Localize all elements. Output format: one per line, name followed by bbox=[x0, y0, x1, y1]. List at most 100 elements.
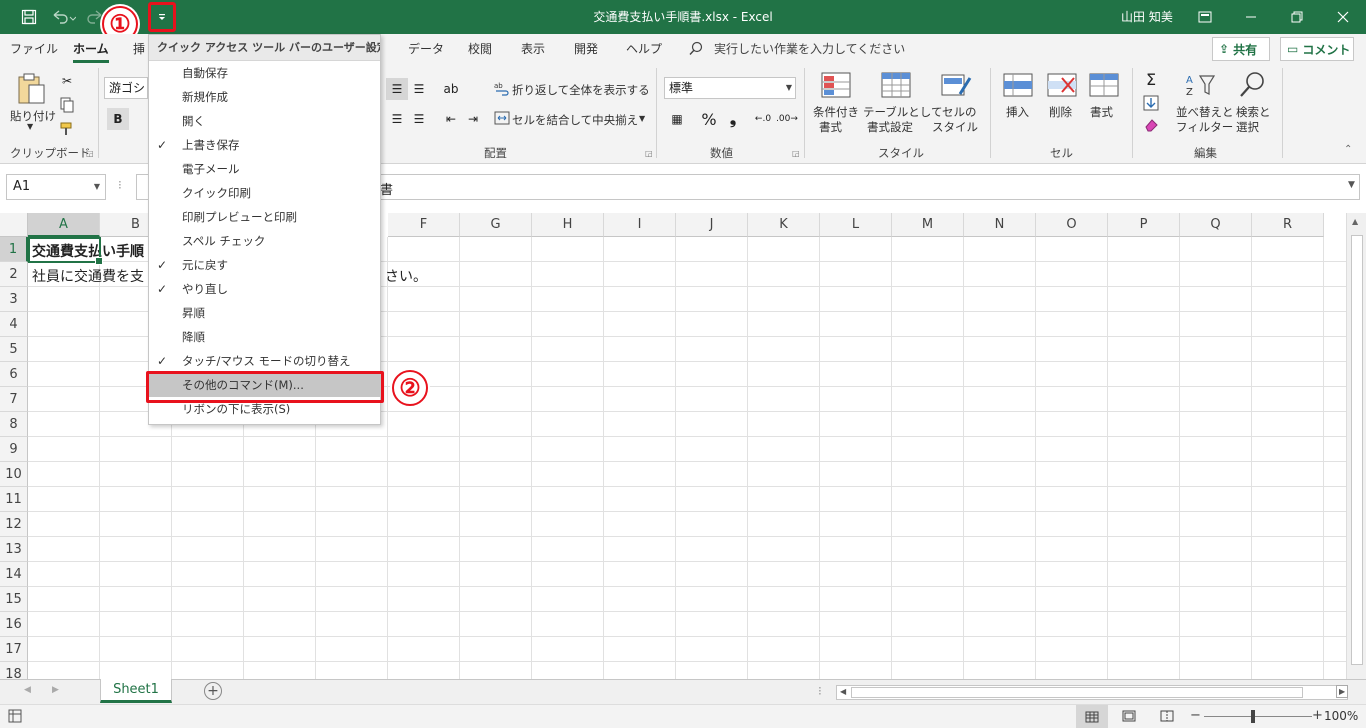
row-header-12[interactable]: 12 bbox=[0, 512, 28, 537]
page-break-view-icon[interactable] bbox=[1160, 710, 1174, 725]
ribbon-display-options-icon[interactable] bbox=[1188, 0, 1222, 34]
tab-view[interactable]: 表示 bbox=[521, 40, 545, 57]
cut-icon[interactable]: ✂ bbox=[56, 70, 78, 92]
horizontal-scroll-thumb[interactable] bbox=[851, 687, 1303, 698]
user-name[interactable]: 山田 知美 bbox=[1121, 0, 1173, 34]
tab-developer[interactable]: 開発 bbox=[574, 40, 598, 57]
row-header-11[interactable]: 11 bbox=[0, 487, 28, 512]
minimize-icon[interactable] bbox=[1234, 0, 1268, 34]
column-header-a[interactable]: A bbox=[28, 213, 100, 237]
split-handle-icon[interactable]: ⁝ bbox=[818, 684, 822, 698]
decrease-indent-icon[interactable]: ⇤ bbox=[440, 108, 462, 130]
menu-item-4[interactable]: 電子メール bbox=[149, 157, 380, 181]
zoom-level[interactable]: 100% bbox=[1324, 709, 1358, 723]
format-as-table-label-2[interactable]: 書式設定 bbox=[867, 119, 913, 135]
merge-center-label[interactable]: セルを結合して中央揃え bbox=[512, 112, 638, 128]
column-header-n[interactable]: N bbox=[964, 213, 1036, 237]
row-header-6[interactable]: 6 bbox=[0, 362, 28, 387]
row-header-18[interactable]: 18 bbox=[0, 662, 28, 679]
name-box[interactable]: A1 ▼ bbox=[6, 174, 106, 200]
menu-item-3[interactable]: ✓ 上書き保存 bbox=[149, 133, 380, 157]
select-all-corner[interactable] bbox=[0, 213, 28, 237]
find-select-label-2[interactable]: 選択 bbox=[1236, 119, 1259, 135]
row-header-1[interactable]: 1 bbox=[0, 237, 28, 262]
horizontal-scrollbar[interactable]: ◀ bbox=[836, 685, 1348, 700]
bold-button[interactable]: B bbox=[107, 108, 129, 130]
prev-sheet-icon[interactable]: ◀ bbox=[24, 685, 31, 695]
merge-center-icon[interactable] bbox=[494, 110, 510, 129]
row-header-13[interactable]: 13 bbox=[0, 537, 28, 562]
wrap-text-icon[interactable]: ab bbox=[494, 80, 510, 99]
paste-icon[interactable] bbox=[16, 72, 48, 109]
tab-home[interactable]: ホーム bbox=[73, 40, 109, 63]
menu-item-5[interactable]: クイック印刷 bbox=[149, 181, 380, 205]
conditional-formatting-label-2[interactable]: 書式 bbox=[819, 119, 842, 135]
insert-cells-label[interactable]: 挿入 bbox=[1006, 104, 1029, 120]
align-left-icon[interactable]: ☰ bbox=[386, 108, 408, 130]
column-header-g[interactable]: G bbox=[460, 213, 532, 237]
sort-filter-icon[interactable]: AZ bbox=[1184, 72, 1216, 101]
tab-help[interactable]: ヘルプ bbox=[626, 40, 662, 57]
increase-decimal-icon[interactable]: ←.0 bbox=[752, 108, 774, 130]
row-header-5[interactable]: 5 bbox=[0, 337, 28, 362]
share-button[interactable]: ⇪ 共有 bbox=[1212, 37, 1270, 61]
row-header-10[interactable]: 10 bbox=[0, 462, 28, 487]
row-header-7[interactable]: 7 bbox=[0, 387, 28, 412]
scroll-left-icon[interactable]: ◀ bbox=[840, 687, 846, 696]
menu-item-0[interactable]: 自動保存 bbox=[149, 61, 380, 85]
cell-styles-label[interactable]: セルの bbox=[942, 104, 977, 120]
alignment-launcher-icon[interactable]: ◲ bbox=[645, 149, 653, 158]
row-header-15[interactable]: 15 bbox=[0, 587, 28, 612]
menu-item-11[interactable]: 降順 bbox=[149, 325, 380, 349]
vertical-scrollbar[interactable]: ▲ bbox=[1346, 213, 1366, 679]
row-header-4[interactable]: 4 bbox=[0, 312, 28, 337]
sort-filter-label-2[interactable]: フィルター bbox=[1176, 119, 1233, 135]
row-header-16[interactable]: 16 bbox=[0, 612, 28, 637]
paste-dropdown-icon[interactable]: ▼ bbox=[27, 122, 33, 131]
clipboard-launcher-icon[interactable]: ◲ bbox=[86, 149, 94, 158]
conditional-formatting-icon[interactable] bbox=[820, 72, 852, 101]
save-icon[interactable] bbox=[18, 0, 40, 34]
number-launcher-icon[interactable]: ◲ bbox=[792, 149, 800, 158]
number-format-combo[interactable]: 標準 ▼ bbox=[664, 77, 796, 99]
delete-cells-icon[interactable] bbox=[1046, 72, 1078, 101]
format-as-table-label[interactable]: テーブルとして bbox=[863, 104, 942, 120]
column-header-r[interactable]: R bbox=[1252, 213, 1324, 237]
menu-item-12[interactable]: ✓ タッチ/マウス モードの切り替え bbox=[149, 349, 380, 373]
cell-styles-label-2[interactable]: スタイル bbox=[932, 119, 978, 135]
restore-icon[interactable] bbox=[1280, 0, 1314, 34]
copy-icon[interactable] bbox=[56, 94, 78, 116]
scroll-up-icon[interactable]: ▲ bbox=[1352, 217, 1358, 226]
row-header-8[interactable]: 8 bbox=[0, 412, 28, 437]
zoom-in-icon[interactable]: + bbox=[1312, 708, 1323, 723]
align-top-icon[interactable]: ☰ bbox=[386, 78, 408, 100]
align-middle-icon[interactable]: ☰ bbox=[408, 78, 430, 100]
scroll-right-icon[interactable]: ▶ bbox=[1336, 685, 1349, 698]
column-header-f[interactable]: F bbox=[388, 213, 460, 237]
accounting-format-icon[interactable]: ▦ bbox=[666, 108, 688, 130]
menu-item-8[interactable]: ✓ 元に戻す bbox=[149, 253, 380, 277]
collapse-ribbon-icon[interactable]: ⌃ bbox=[1344, 144, 1352, 155]
comments-button[interactable]: ▭ コメント bbox=[1280, 37, 1354, 61]
clear-icon[interactable] bbox=[1140, 114, 1162, 136]
row-header-14[interactable]: 14 bbox=[0, 562, 28, 587]
normal-view-icon[interactable] bbox=[1076, 705, 1108, 728]
decrease-decimal-icon[interactable]: .00→ bbox=[776, 108, 798, 130]
column-header-q[interactable]: Q bbox=[1180, 213, 1252, 237]
column-header-m[interactable]: M bbox=[892, 213, 964, 237]
conditional-formatting-label[interactable]: 条件付き bbox=[813, 104, 859, 120]
row-header-3[interactable]: 3 bbox=[0, 287, 28, 312]
expand-formula-bar-icon[interactable]: ▼ bbox=[1348, 180, 1355, 190]
page-layout-view-icon[interactable] bbox=[1122, 710, 1136, 725]
tab-insert[interactable]: 挿 bbox=[133, 40, 145, 57]
format-cells-icon[interactable] bbox=[1088, 72, 1120, 101]
percent-style-button[interactable]: % bbox=[698, 108, 720, 130]
tell-me-input[interactable]: 実行したい作業を入力してください bbox=[714, 40, 905, 57]
sort-filter-label[interactable]: 並べ替えと bbox=[1176, 104, 1234, 120]
column-header-p[interactable]: P bbox=[1108, 213, 1180, 237]
menu-item-6[interactable]: 印刷プレビューと印刷 bbox=[149, 205, 380, 229]
menu-item-7[interactable]: スペル チェック bbox=[149, 229, 380, 253]
row-header-9[interactable]: 9 bbox=[0, 437, 28, 462]
delete-cells-label[interactable]: 削除 bbox=[1049, 104, 1072, 120]
orientation-icon[interactable]: ab bbox=[440, 78, 462, 100]
